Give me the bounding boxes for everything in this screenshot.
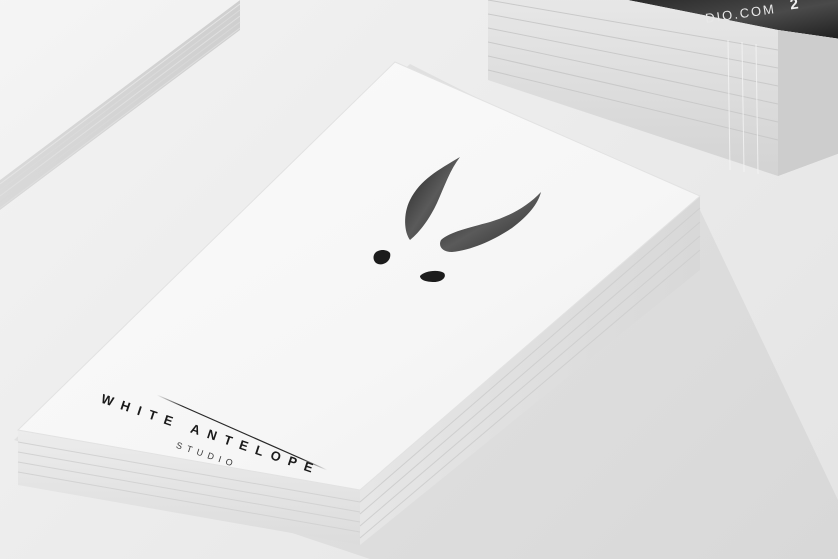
main-business-card <box>14 61 838 559</box>
mockup-scene: DIO.COM 2 WHITE ANTELOPE STUDIO <box>0 0 838 559</box>
